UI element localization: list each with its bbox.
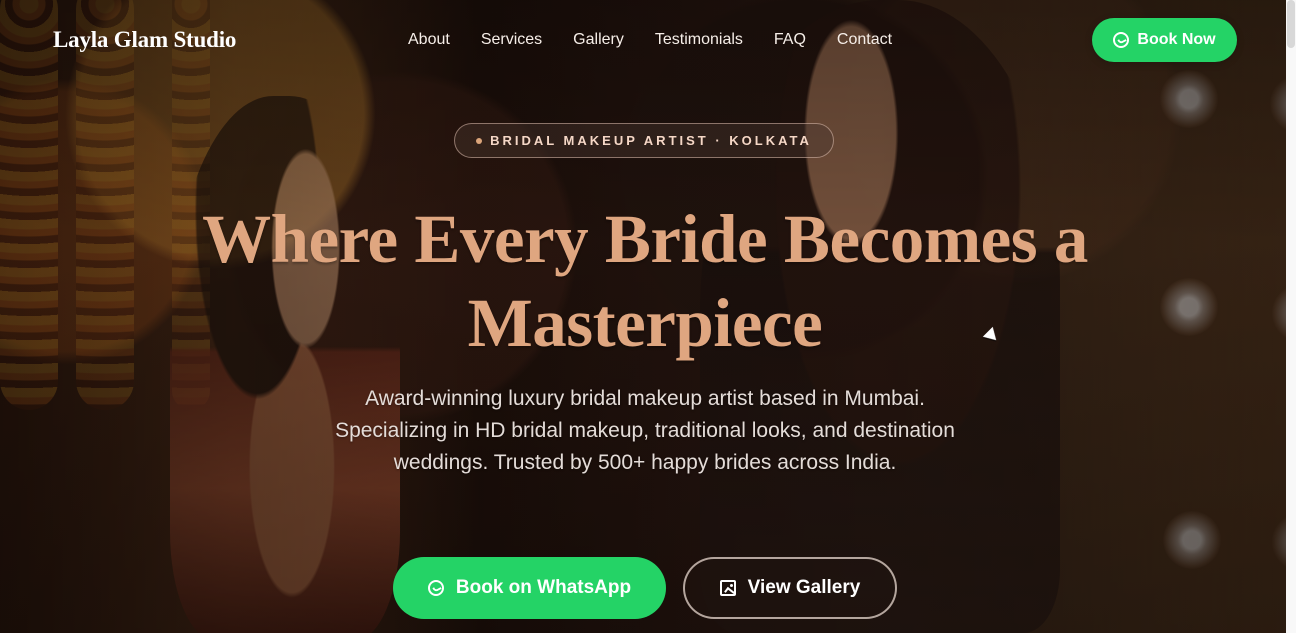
view-gallery-label: View Gallery bbox=[747, 577, 861, 598]
nav-about-link[interactable]: About bbox=[408, 30, 450, 52]
book-on-whatsapp-label: Book on WhatsApp bbox=[455, 577, 632, 598]
nav-contact-link[interactable]: Contact bbox=[837, 30, 892, 52]
nav-services-link[interactable]: Services bbox=[481, 30, 542, 52]
hero-description: Award-winning luxury bridal makeup artis… bbox=[335, 387, 955, 474]
nav-gallery-link[interactable]: Gallery bbox=[573, 30, 624, 52]
hero-badge: BRIDAL MAKEUP ARTIST · KOLKATA bbox=[454, 123, 834, 158]
hero-title-line-1: Where Every Bride Becomes a bbox=[202, 201, 1088, 277]
hero-badge-label: BRIDAL MAKEUP ARTIST · KOLKATA bbox=[490, 133, 812, 148]
badge-dot-icon bbox=[476, 137, 483, 144]
main-nav-links: About Services Gallery Testimonials FAQ … bbox=[408, 30, 892, 52]
scrollbar-thumb[interactable] bbox=[1287, 0, 1295, 48]
brand-logo-text[interactable]: Layla Glam Studio bbox=[53, 27, 236, 53]
hero-section: Layla Glam Studio About Services Gallery… bbox=[0, 0, 1296, 633]
top-navigation: Layla Glam Studio About Services Gallery… bbox=[0, 0, 1296, 80]
book-on-whatsapp-button[interactable]: Book on WhatsApp bbox=[393, 557, 666, 619]
whatsapp-icon bbox=[1113, 32, 1130, 48]
vertical-scrollbar[interactable] bbox=[1286, 0, 1296, 633]
nav-testimonials-link[interactable]: Testimonials bbox=[655, 30, 743, 52]
book-now-label: Book Now bbox=[1137, 31, 1216, 48]
hero-title-line-2: Masterpiece bbox=[467, 285, 823, 361]
whatsapp-icon bbox=[427, 580, 444, 596]
nav-faq-link[interactable]: FAQ bbox=[774, 30, 806, 52]
book-now-button[interactable]: Book Now bbox=[1092, 18, 1237, 62]
hero-content: BRIDAL MAKEUP ARTIST · KOLKATA Where Eve… bbox=[0, 0, 1296, 633]
gallery-icon bbox=[719, 580, 736, 596]
hero-title: Where Every Bride Becomes a Masterpiece bbox=[170, 197, 1120, 365]
view-gallery-button[interactable]: View Gallery bbox=[683, 557, 897, 619]
